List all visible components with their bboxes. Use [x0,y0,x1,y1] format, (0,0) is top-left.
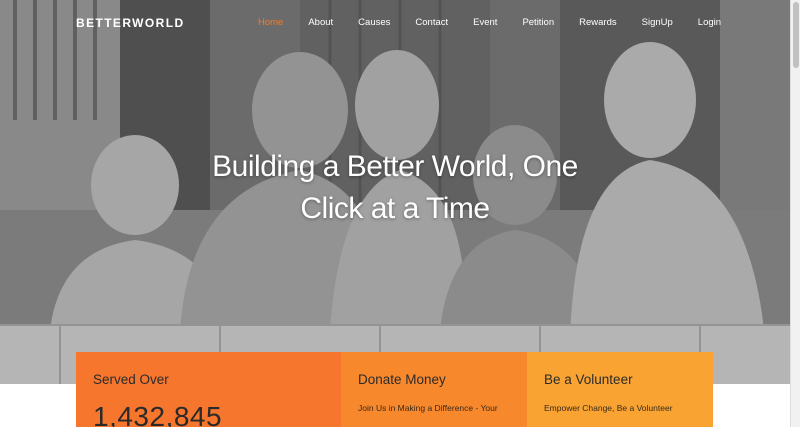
volunteer-card[interactable]: Be a Volunteer Empower Change, Be a Volu… [527,352,713,427]
nav-menu: Home About Causes Contact Event Petition… [258,17,746,28]
hero-section: BETTERWORLD Home About Causes Contact Ev… [0,0,790,384]
hero-headline-line2: Click at a Time [300,192,490,225]
served-counter: 1,432,845 [93,401,223,427]
donate-title[interactable]: Donate Money [358,372,527,387]
nav-item-login[interactable]: Login [698,17,721,28]
nav-item-causes[interactable]: Causes [358,17,390,28]
nav-item-signup[interactable]: SignUp [642,17,673,28]
volunteer-text: Empower Change, Be a Volunteer [544,403,673,413]
volunteer-title[interactable]: Be a Volunteer [544,372,713,387]
hero-headline-line1: Building a Better World, One [212,150,578,183]
donate-text: Join Us in Making a Difference - Your [358,403,498,413]
nav-item-event[interactable]: Event [473,17,497,28]
served-card: Served Over 1,432,845 [76,352,341,427]
page-scrollbar[interactable] [790,0,800,427]
brand-logo[interactable]: BETTERWORLD [76,16,185,30]
nav-item-rewards[interactable]: Rewards [579,17,617,28]
nav-item-contact[interactable]: Contact [415,17,448,28]
served-title: Served Over [93,372,169,387]
top-navigation: BETTERWORLD Home About Causes Contact Ev… [0,0,790,46]
nav-item-petition[interactable]: Petition [522,17,554,28]
hero-headline: Building a Better World, One Click at a … [150,146,640,230]
nav-item-about[interactable]: About [308,17,333,28]
nav-item-home[interactable]: Home [258,17,283,28]
donate-card[interactable]: Donate Money Join Us in Making a Differe… [341,352,527,427]
scrollbar-thumb[interactable] [793,2,799,68]
